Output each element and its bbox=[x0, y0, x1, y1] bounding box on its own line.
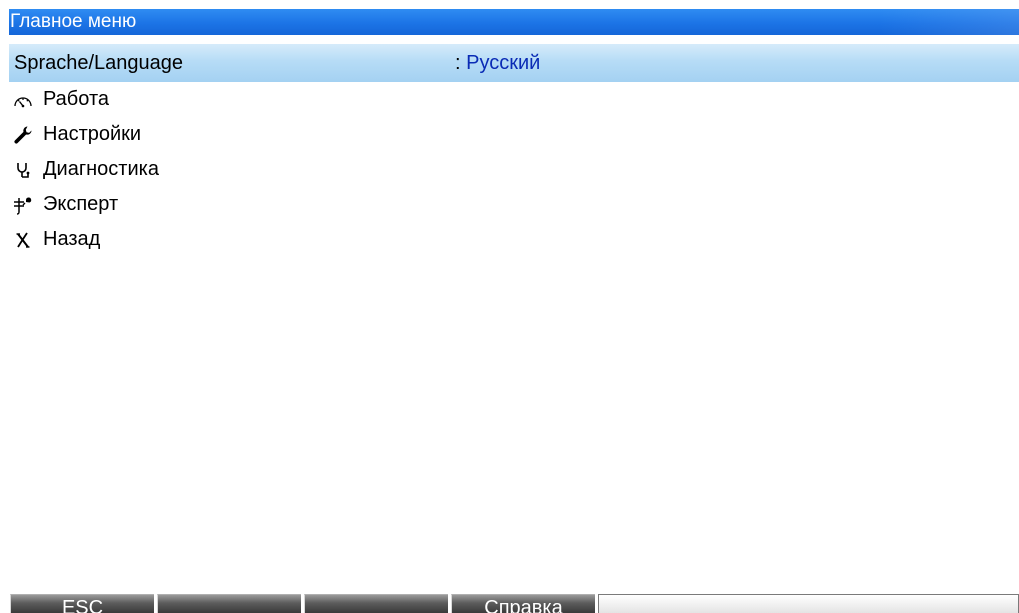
back-x-icon bbox=[10, 222, 36, 257]
softkey-3[interactable] bbox=[304, 594, 448, 613]
title-bar-accent bbox=[880, 9, 1019, 35]
menu-item-label: Назад bbox=[43, 228, 101, 250]
menu-item-diagnostics[interactable]: Диагностика bbox=[9, 152, 1019, 187]
menu-item-language[interactable]: Sprache/Language : Русский bbox=[9, 44, 1019, 82]
stethoscope-icon bbox=[10, 152, 36, 187]
device-screen: Главное меню Sprache/Language : Русский … bbox=[0, 0, 1019, 613]
esc-softkey[interactable]: ESC bbox=[10, 594, 154, 613]
menu-item-back[interactable]: Назад bbox=[9, 222, 1019, 257]
softkey-2[interactable] bbox=[157, 594, 301, 613]
menu-item-expert[interactable]: Эксперт bbox=[9, 187, 1019, 222]
language-value: : Русский bbox=[455, 44, 540, 82]
wrench-icon bbox=[10, 117, 36, 152]
language-label: Sprache/Language bbox=[14, 52, 184, 74]
menu-item-label: Эксперт bbox=[43, 193, 119, 215]
gauge-icon bbox=[10, 82, 36, 117]
softkey-status-area bbox=[598, 594, 1019, 613]
expert-tools-icon bbox=[10, 187, 36, 222]
window-title: Главное меню bbox=[10, 11, 137, 32]
window-title-bar: Главное меню bbox=[9, 9, 1019, 35]
language-separator: : bbox=[455, 52, 467, 74]
main-menu-list: Sprache/Language : Русский Работа Настро… bbox=[9, 44, 1019, 257]
help-softkey[interactable]: Справка bbox=[451, 594, 595, 613]
menu-item-setup[interactable]: Настройки bbox=[9, 117, 1019, 152]
menu-item-label: Настройки bbox=[43, 123, 142, 145]
language-value-text: Русский bbox=[466, 52, 541, 74]
softkey-bar: ESC Справка bbox=[0, 594, 1019, 613]
menu-item-operation[interactable]: Работа bbox=[9, 82, 1019, 117]
menu-item-label: Работа bbox=[43, 88, 109, 110]
menu-item-label: Диагностика bbox=[43, 158, 159, 180]
